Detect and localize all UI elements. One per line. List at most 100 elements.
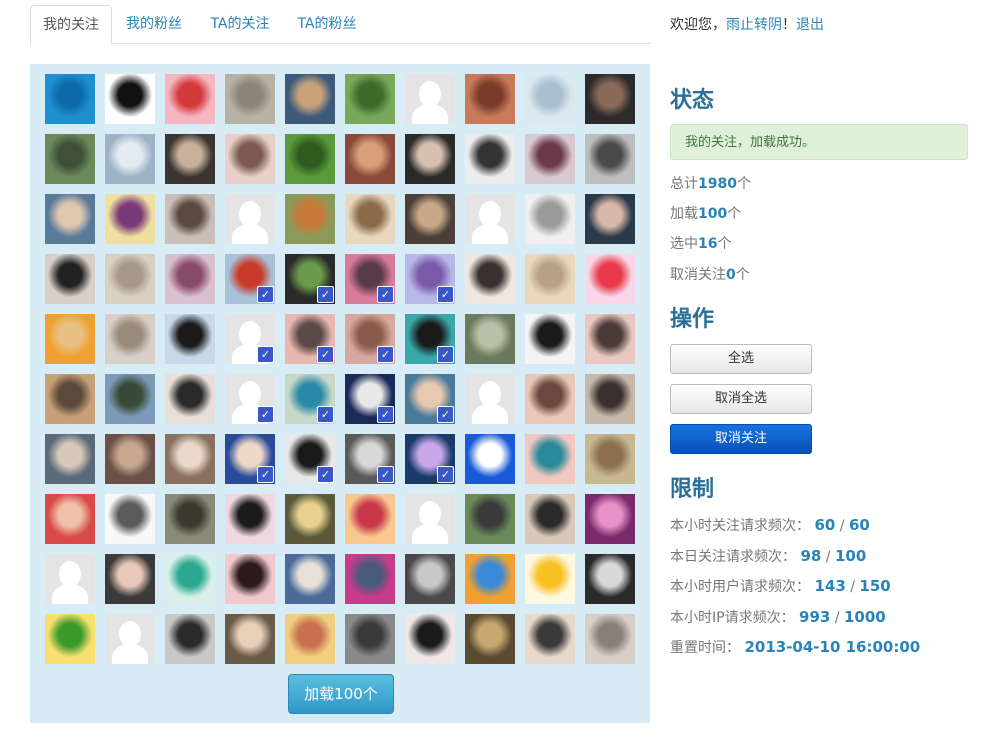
avatar-item[interactable] <box>225 194 275 244</box>
logout-link[interactable]: 退出 <box>796 17 824 33</box>
avatar-item[interactable] <box>105 494 155 544</box>
avatar-item[interactable] <box>105 194 155 244</box>
avatar-item[interactable] <box>465 374 515 424</box>
avatar-item[interactable] <box>165 194 215 244</box>
avatar-item[interactable]: ✓ <box>345 434 395 484</box>
avatar-item[interactable] <box>465 494 515 544</box>
avatar-item[interactable] <box>585 74 635 124</box>
avatar-item[interactable] <box>405 494 455 544</box>
load-more-button[interactable]: 加载100个 <box>288 674 394 714</box>
deselect-all-button[interactable]: 取消全选 <box>670 384 812 414</box>
avatar-item[interactable] <box>585 434 635 484</box>
avatar-item[interactable] <box>585 194 635 244</box>
avatar-item[interactable] <box>225 74 275 124</box>
avatar-item[interactable] <box>165 74 215 124</box>
avatar-item[interactable] <box>285 554 335 604</box>
avatar-item[interactable] <box>525 494 575 544</box>
avatar-item[interactable] <box>585 374 635 424</box>
avatar-item[interactable] <box>225 614 275 664</box>
avatar-item[interactable] <box>525 434 575 484</box>
avatar-item[interactable] <box>585 134 635 184</box>
avatar-item[interactable] <box>585 314 635 364</box>
avatar-item[interactable] <box>45 194 95 244</box>
avatar-item[interactable] <box>345 194 395 244</box>
avatar-item[interactable] <box>525 614 575 664</box>
avatar-item[interactable] <box>585 494 635 544</box>
avatar-item[interactable] <box>45 134 95 184</box>
avatar-item[interactable]: ✓ <box>345 254 395 304</box>
avatar-item[interactable] <box>105 74 155 124</box>
avatar-item[interactable]: ✓ <box>405 374 455 424</box>
avatar-item[interactable] <box>45 554 95 604</box>
avatar-item[interactable] <box>105 374 155 424</box>
avatar-item[interactable] <box>285 194 335 244</box>
avatar-item[interactable] <box>405 194 455 244</box>
avatar-item[interactable] <box>405 614 455 664</box>
avatar-item[interactable] <box>45 374 95 424</box>
avatar-item[interactable]: ✓ <box>285 254 335 304</box>
avatar-item[interactable] <box>105 554 155 604</box>
avatar-item[interactable] <box>405 554 455 604</box>
tab-ta-fans[interactable]: TA的粉丝 <box>287 5 367 43</box>
avatar-item[interactable]: ✓ <box>225 254 275 304</box>
avatar-item[interactable] <box>285 494 335 544</box>
avatar-item[interactable]: ✓ <box>225 374 275 424</box>
avatar-item[interactable] <box>45 434 95 484</box>
avatar-item[interactable] <box>525 134 575 184</box>
avatar-item[interactable] <box>165 434 215 484</box>
avatar-item[interactable] <box>225 494 275 544</box>
avatar-item[interactable] <box>465 434 515 484</box>
avatar-item[interactable] <box>45 614 95 664</box>
avatar-item[interactable] <box>465 134 515 184</box>
avatar-item[interactable] <box>105 134 155 184</box>
unfollow-button[interactable]: 取消关注 <box>670 424 812 454</box>
avatar-item[interactable] <box>165 314 215 364</box>
avatar-item[interactable] <box>465 194 515 244</box>
avatar-item[interactable] <box>225 554 275 604</box>
avatar-item[interactable] <box>165 374 215 424</box>
avatar-item[interactable] <box>165 614 215 664</box>
avatar-item[interactable] <box>45 74 95 124</box>
avatar-item[interactable] <box>585 614 635 664</box>
avatar-item[interactable] <box>585 254 635 304</box>
avatar-item[interactable] <box>285 614 335 664</box>
avatar-item[interactable] <box>465 314 515 364</box>
avatar-item[interactable] <box>345 494 395 544</box>
avatar-item[interactable] <box>525 74 575 124</box>
avatar-item[interactable]: ✓ <box>285 314 335 364</box>
avatar-item[interactable] <box>165 134 215 184</box>
avatar-item[interactable] <box>165 254 215 304</box>
avatar-item[interactable] <box>105 254 155 304</box>
avatar-item[interactable]: ✓ <box>285 434 335 484</box>
avatar-item[interactable] <box>345 554 395 604</box>
avatar-item[interactable] <box>345 614 395 664</box>
avatar-item[interactable] <box>465 74 515 124</box>
avatar-item[interactable] <box>285 74 335 124</box>
avatar-item[interactable] <box>465 554 515 604</box>
select-all-button[interactable]: 全选 <box>670 344 812 374</box>
avatar-item[interactable] <box>525 194 575 244</box>
avatar-item[interactable]: ✓ <box>225 314 275 364</box>
avatar-item[interactable] <box>525 554 575 604</box>
avatar-item[interactable] <box>345 74 395 124</box>
avatar-item[interactable] <box>165 494 215 544</box>
avatar-item[interactable] <box>105 314 155 364</box>
avatar-item[interactable]: ✓ <box>345 374 395 424</box>
username-link[interactable]: 雨止转阴 <box>726 17 782 33</box>
tab-my-fans[interactable]: 我的粉丝 <box>114 5 194 43</box>
avatar-item[interactable]: ✓ <box>345 314 395 364</box>
avatar-item[interactable] <box>45 314 95 364</box>
avatar-item[interactable] <box>45 494 95 544</box>
avatar-item[interactable]: ✓ <box>405 314 455 364</box>
avatar-item[interactable] <box>225 134 275 184</box>
avatar-item[interactable] <box>525 314 575 364</box>
avatar-item[interactable] <box>525 254 575 304</box>
avatar-item[interactable] <box>585 554 635 604</box>
avatar-item[interactable] <box>465 254 515 304</box>
avatar-item[interactable] <box>105 434 155 484</box>
avatar-item[interactable] <box>285 134 335 184</box>
avatar-item[interactable] <box>525 374 575 424</box>
avatar-item[interactable] <box>45 254 95 304</box>
tab-ta-following[interactable]: TA的关注 <box>200 5 280 43</box>
avatar-item[interactable]: ✓ <box>285 374 335 424</box>
